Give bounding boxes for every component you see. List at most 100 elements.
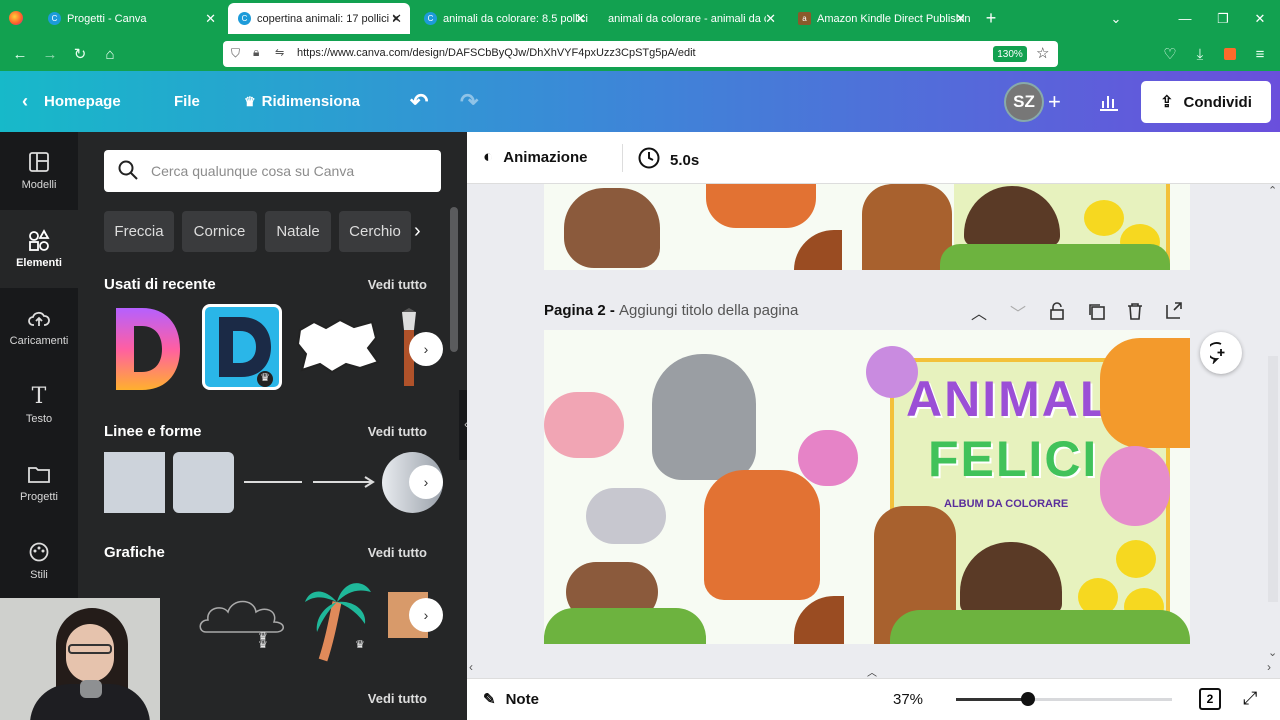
rail-item-testo[interactable]: T Testo [0, 366, 78, 444]
page-2-header: Pagina 2 - Aggiungi titolo della pagina [544, 302, 798, 319]
bush-illustration [940, 244, 1170, 270]
chip-natale[interactable]: Natale [265, 211, 331, 252]
page-1-thumbnail[interactable] [544, 184, 1190, 270]
tab-progetti[interactable]: C Progetti - Canva ✕ [38, 0, 224, 37]
recent-next-arrow-icon[interactable]: › [409, 332, 443, 366]
list-tabs-icon[interactable]: ⌄ [1096, 0, 1136, 37]
graphics-see-all-link[interactable]: Vedi tutto [368, 545, 427, 560]
page-2-title-input[interactable]: Aggiungi titolo della pagina [619, 302, 798, 319]
share-button[interactable]: ⇪ Condividi [1141, 81, 1271, 123]
resize-button[interactable]: ♛ Ridimensiona [244, 71, 360, 132]
rail-item-elementi[interactable]: Elementi [0, 210, 78, 288]
close-tab-icon[interactable]: ✕ [575, 11, 586, 27]
move-page-down-icon[interactable]: ﹀ [1010, 300, 1026, 324]
shapes-next-arrow-icon[interactable]: › [409, 465, 443, 499]
undo-icon[interactable]: ↶ [410, 71, 428, 132]
notes-icon: ✎ [483, 691, 496, 708]
add-page-icon[interactable] [1165, 301, 1183, 324]
tab-animali-colorare[interactable]: C animali da colorare: 8.5 pollici ✕ [414, 0, 594, 37]
permissions-icon[interactable]: ⇋ [275, 46, 284, 59]
shapes-see-all-link[interactable]: Vedi tutto [368, 424, 427, 439]
move-page-up-icon[interactable]: ︿ [971, 300, 987, 324]
rail-item-caricamenti[interactable]: Caricamenti [0, 288, 78, 366]
minimize-button[interactable]: — [1165, 0, 1205, 37]
close-tab-icon[interactable]: ✕ [205, 11, 216, 27]
animation-label: Animazione [503, 148, 588, 166]
search-input[interactable]: Cerca qualunque cosa su Canva [104, 150, 441, 192]
tab-animali-colorare-2[interactable]: animali da colorare - animali da co ✕ [598, 0, 784, 37]
notes-button[interactable]: ✎ Note [483, 690, 539, 709]
reload-icon[interactable]: ↻ [70, 44, 90, 64]
chip-freccia[interactable]: Freccia [104, 211, 174, 252]
more-see-all-link[interactable]: Vedi tutto [368, 691, 427, 706]
chip-cornice[interactable]: Cornice [182, 211, 257, 252]
canvas-scrollbar-vertical[interactable] [1268, 356, 1278, 602]
forward-arrow-icon[interactable]: → [40, 44, 60, 64]
zoom-percentage[interactable]: 37% [893, 691, 923, 708]
url-text[interactable]: https://www.canva.com/design/DAFSCbByQJw… [297, 47, 696, 59]
avatar[interactable]: SZ [1004, 82, 1044, 122]
rail-item-progetti[interactable]: Progetti [0, 444, 78, 522]
homepage-button[interactable]: ‹ Homepage [22, 71, 121, 132]
shape-arrow-line[interactable] [313, 474, 375, 490]
share-upload-icon: ⇪ [1160, 94, 1174, 111]
lock-page-icon[interactable] [1049, 302, 1065, 325]
shape-line[interactable] [244, 481, 302, 483]
rail-label: Caricamenti [9, 335, 69, 347]
downloads-icon[interactable]: ⤓ [1190, 44, 1210, 64]
insights-chart-icon[interactable] [1098, 71, 1120, 132]
url-bar[interactable]: ⛉ 🔒︎ ⇋ https://www.canva.com/design/DAFS… [223, 41, 1058, 67]
tab-copertina[interactable]: C copertina animali: 17 pollici × 8 ✕ [228, 3, 410, 34]
add-comment-button[interactable] [1200, 332, 1242, 374]
close-window-button[interactable]: ✕ [1240, 0, 1280, 37]
menu-icon[interactable]: ≡ [1250, 44, 1270, 64]
scroll-left-arrow-icon[interactable]: ‹ [469, 660, 473, 674]
lock-icon[interactable]: 🔒︎ [253, 45, 259, 60]
page-2-canvas[interactable]: ANIMALI FELICI ALBUM DA COLORARE [544, 330, 1190, 644]
bookmark-star-icon[interactable]: ☆ [1036, 44, 1049, 62]
close-tab-icon[interactable]: ✕ [391, 11, 402, 27]
graphic-palm-tree[interactable]: ♛ [303, 572, 373, 662]
zoom-slider-track[interactable] [956, 698, 1172, 701]
presenter-glasses [68, 644, 112, 654]
duplicate-page-icon[interactable] [1087, 302, 1105, 325]
page-count-button[interactable]: 2 [1199, 688, 1221, 710]
zoom-slider-handle[interactable] [1021, 692, 1035, 706]
home-icon[interactable]: ⌂ [100, 44, 120, 64]
scroll-down-arrow-icon[interactable]: ⌄ [1268, 646, 1277, 659]
animation-button[interactable]: ◐ Animazione [483, 147, 587, 167]
recent-see-all-link[interactable]: Vedi tutto [368, 277, 427, 292]
extension-icon[interactable] [1220, 44, 1240, 64]
chick-illustration [1116, 540, 1156, 578]
back-arrow-icon[interactable]: ← [10, 44, 30, 64]
redo-icon[interactable]: ↷ [460, 71, 478, 132]
recent-item-gradient-d[interactable] [112, 304, 184, 394]
scroll-up-arrow-icon[interactable]: ⌃ [1268, 184, 1277, 197]
expand-pages-chevron-icon[interactable]: ︿ [867, 664, 877, 679]
rail-item-stili[interactable]: Stili [0, 522, 78, 600]
zoom-badge[interactable]: 130% [993, 46, 1027, 62]
file-menu-button[interactable]: File [174, 71, 200, 132]
close-tab-icon[interactable]: ✕ [955, 11, 966, 27]
fullscreen-icon[interactable]: ⤢ [1243, 688, 1257, 709]
recent-item-outlined-d[interactable]: ♛ [202, 304, 282, 390]
graphics-next-arrow-icon[interactable]: › [409, 598, 443, 632]
shape-rounded-square[interactable] [173, 452, 234, 513]
recent-item-burst-shape[interactable] [296, 318, 380, 374]
duration-button[interactable]: 5.0s [638, 147, 699, 173]
add-collaborator-button[interactable]: + [1048, 71, 1061, 132]
chips-next-arrow-icon[interactable]: › [414, 220, 421, 243]
rail-item-modelli[interactable]: Modelli [0, 132, 78, 210]
graphic-cloud-outline[interactable]: ♛ [198, 594, 288, 643]
pocket-icon[interactable]: ♡ [1160, 44, 1180, 64]
scroll-right-arrow-icon[interactable]: › [1267, 660, 1271, 674]
tab-amazon-kdp[interactable]: a Amazon Kindle Direct Publishin ✕ [788, 0, 974, 37]
new-tab-button[interactable]: + [971, 0, 1011, 37]
panel-scrollbar[interactable] [450, 207, 458, 352]
shape-square[interactable] [104, 452, 165, 513]
chip-cerchio[interactable]: Cerchio [339, 211, 411, 252]
maximize-button[interactable]: ❐ [1203, 0, 1243, 37]
close-tab-icon[interactable]: ✕ [765, 11, 776, 27]
shield-icon[interactable]: ⛉ [231, 46, 240, 61]
delete-page-icon[interactable] [1127, 302, 1143, 325]
